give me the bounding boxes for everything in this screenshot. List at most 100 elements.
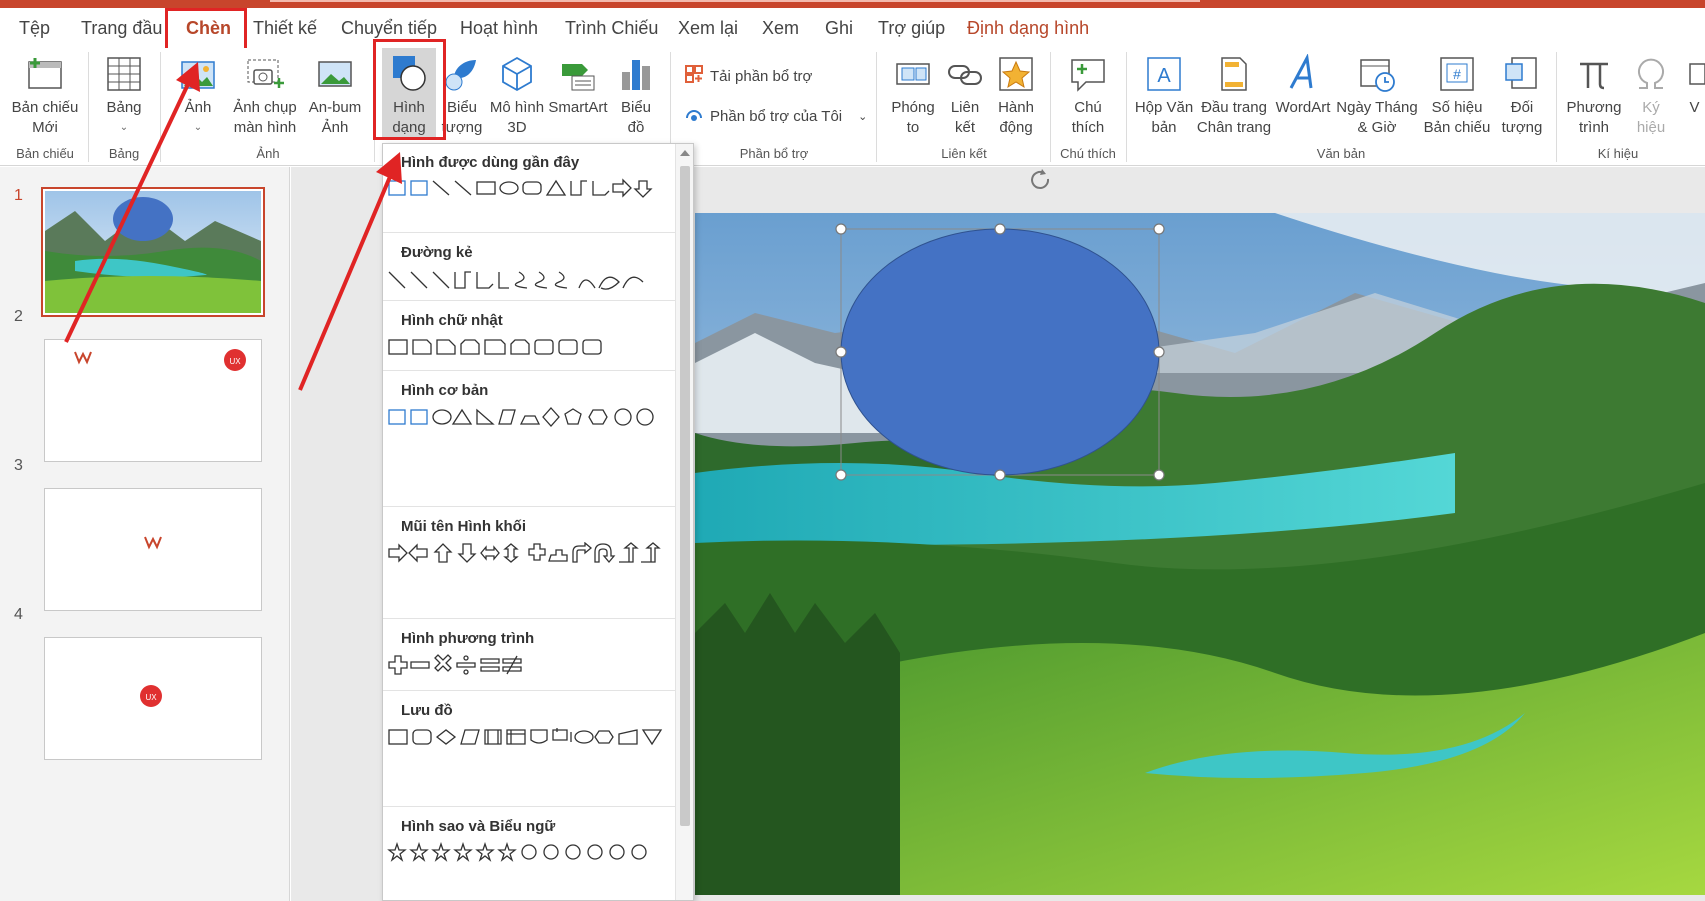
- lines-shapes-row[interactable]: [387, 268, 677, 290]
- tab-review[interactable]: Xem lại: [678, 18, 738, 39]
- scroll-up-icon[interactable]: [680, 150, 690, 156]
- section-title-recent: Hình được dùng gần đây: [401, 154, 580, 171]
- pi-icon: [1574, 54, 1614, 94]
- chevron-down-icon: ⌄: [193, 122, 203, 133]
- highlight-shapes-button: [373, 39, 446, 140]
- tab-animations[interactable]: Hoạt hình: [460, 18, 538, 39]
- new-slide-button[interactable]: Bản chiếu Mới: [8, 54, 82, 138]
- equation-shapes-row[interactable]: [387, 654, 677, 676]
- comment-button[interactable]: Chú thích: [1058, 54, 1118, 138]
- slide-number-button[interactable]: # Số hiệu Bản chiếu: [1420, 54, 1494, 138]
- group-label-addins: Phần bổ trợ: [739, 146, 809, 161]
- smartart-button[interactable]: SmartArt: [546, 54, 610, 118]
- slide-thumbnail-1[interactable]: [41, 187, 265, 317]
- action-button[interactable]: Hành động: [990, 54, 1042, 138]
- slide-thumbnail-2[interactable]: UX: [44, 339, 262, 462]
- ellipse-shape: [840, 228, 1160, 476]
- block-arrows-grid[interactable]: [387, 542, 677, 564]
- screenshot-icon: [245, 54, 285, 94]
- rotate-handle-icon[interactable]: [1026, 167, 1056, 197]
- slide-thumbnail-3[interactable]: [44, 488, 262, 611]
- ribbon-tabs: Tệp Trang đầu Chèn Thiết kế Chuyển tiếp …: [0, 8, 1705, 51]
- recent-shapes-row[interactable]: [387, 178, 677, 200]
- section-title-equation-shapes: Hình phương trình: [401, 630, 535, 647]
- gallery-scrollbar[interactable]: [675, 144, 693, 900]
- new-slide-icon: [25, 54, 65, 94]
- tab-home[interactable]: Trang đầu: [81, 18, 162, 39]
- slide-thumbnails-pane: 1 2 UX 3 4 UX: [0, 167, 290, 901]
- star-action-icon: [996, 54, 1036, 94]
- tab-help[interactable]: Trợ giúp: [878, 18, 945, 39]
- section-title-rectangles: Hình chữ nhật: [401, 312, 503, 329]
- group-label-links: Liên kết: [941, 146, 987, 161]
- tab-transitions[interactable]: Chuyển tiếp: [341, 18, 437, 39]
- object-button[interactable]: Đối tượng: [1494, 54, 1550, 138]
- chevron-down-icon: ⌄: [858, 110, 868, 123]
- header-footer-icon: [1214, 54, 1254, 94]
- slide-4-preview: UX: [140, 685, 162, 707]
- calendar-clock-icon: [1357, 54, 1397, 94]
- tab-record[interactable]: Ghi: [825, 18, 853, 39]
- get-addins-button[interactable]: Tải phần bổ trợ: [684, 64, 812, 88]
- slide-thumbnail-4[interactable]: UX: [44, 637, 262, 760]
- group-label-slides: Bản chiếu: [16, 146, 74, 161]
- tab-shape-format[interactable]: Định dạng hình: [967, 18, 1089, 39]
- slide-number: 3: [14, 457, 23, 474]
- smartart-icon: [558, 54, 598, 94]
- zoom-button[interactable]: Phóng to: [884, 54, 942, 138]
- cube-icon: [497, 54, 537, 94]
- current-slide[interactable]: [695, 213, 1705, 895]
- section-title-basic-shapes: Hình cơ bản: [401, 382, 489, 399]
- photo-album-icon: [315, 54, 355, 94]
- rectangles-shapes-row[interactable]: [387, 336, 677, 358]
- tab-slideshow[interactable]: Trình Chiếu: [565, 18, 658, 39]
- my-addins-button[interactable]: Phần bổ trợ của Tôi ⌄: [684, 104, 867, 128]
- chevron-down-icon: ⌄: [119, 122, 129, 133]
- group-label-tables: Bảng: [108, 146, 140, 161]
- equation-button[interactable]: Phương trình: [1560, 54, 1628, 138]
- brand-logo: UX: [229, 357, 241, 366]
- tab-view[interactable]: Xem: [762, 18, 799, 39]
- group-label-text: Văn bản: [1316, 146, 1366, 161]
- tab-design[interactable]: Thiết kế: [253, 18, 317, 39]
- section-title-stars-banners: Hình sao và Biểu ngữ: [401, 818, 556, 835]
- symbol-button[interactable]: Ký hiệu: [1626, 54, 1676, 138]
- tab-file[interactable]: Tệp: [19, 18, 50, 39]
- header-footer-button[interactable]: Đầu trang Chân trang: [1196, 54, 1272, 138]
- video-button[interactable]: V: [1684, 54, 1705, 118]
- slide-number-icon: #: [1437, 54, 1477, 94]
- shape-selection-layer: [835, 223, 1165, 481]
- stars-banners-row[interactable]: [387, 842, 677, 864]
- section-title-flowchart: Lưu đồ: [401, 702, 453, 719]
- slide-number: 1: [14, 187, 23, 204]
- slide-1-preview: [45, 191, 261, 313]
- link-button[interactable]: Liên kết: [940, 54, 990, 138]
- scrollbar-thumb[interactable]: [680, 166, 690, 826]
- picture-button[interactable]: Ảnh ⌄: [168, 54, 228, 138]
- addins-store-icon: [684, 64, 704, 88]
- table-button[interactable]: Bảng ⌄: [96, 54, 152, 138]
- group-label-comments: Chú thích: [1060, 146, 1116, 161]
- textbox-button[interactable]: A Hộp Văn bản: [1132, 54, 1196, 138]
- omega-icon: [1631, 54, 1671, 94]
- comment-icon: [1068, 54, 1108, 94]
- chart-button[interactable]: Biểu đồ: [612, 54, 660, 138]
- flowchart-shapes-grid[interactable]: [387, 726, 677, 748]
- ribbon: Bản chiếu Mới Bảng ⌄ Ảnh ⌄ Ảnh chụp màn …: [0, 48, 1705, 166]
- group-label-symbols: Kí hiệu: [1597, 146, 1639, 161]
- shapes-gallery-menu: Hình được dùng gần đây Đường kẻ Hình chữ…: [382, 143, 694, 901]
- basic-shapes-grid[interactable]: [387, 406, 677, 428]
- svg-text:#: #: [1453, 66, 1461, 82]
- svg-text:A: A: [1157, 65, 1171, 87]
- screenshot-button[interactable]: Ảnh chụp màn hình: [224, 54, 306, 138]
- date-time-button[interactable]: Ngày Tháng & Giờ: [1334, 54, 1420, 138]
- chart-icon: [616, 54, 656, 94]
- photo-album-button[interactable]: An-bum Ảnh: [300, 54, 370, 138]
- section-title-block-arrows: Mũi tên Hình khối: [401, 518, 526, 535]
- wordart-button[interactable]: WordArt: [1272, 53, 1334, 118]
- 3d-models-button[interactable]: Mô hình 3D: [486, 54, 548, 138]
- title-bar-strip: [0, 0, 1705, 8]
- textbox-icon: A: [1144, 54, 1184, 94]
- link-icon: [945, 54, 985, 94]
- slide-2-preview: UX: [74, 349, 246, 371]
